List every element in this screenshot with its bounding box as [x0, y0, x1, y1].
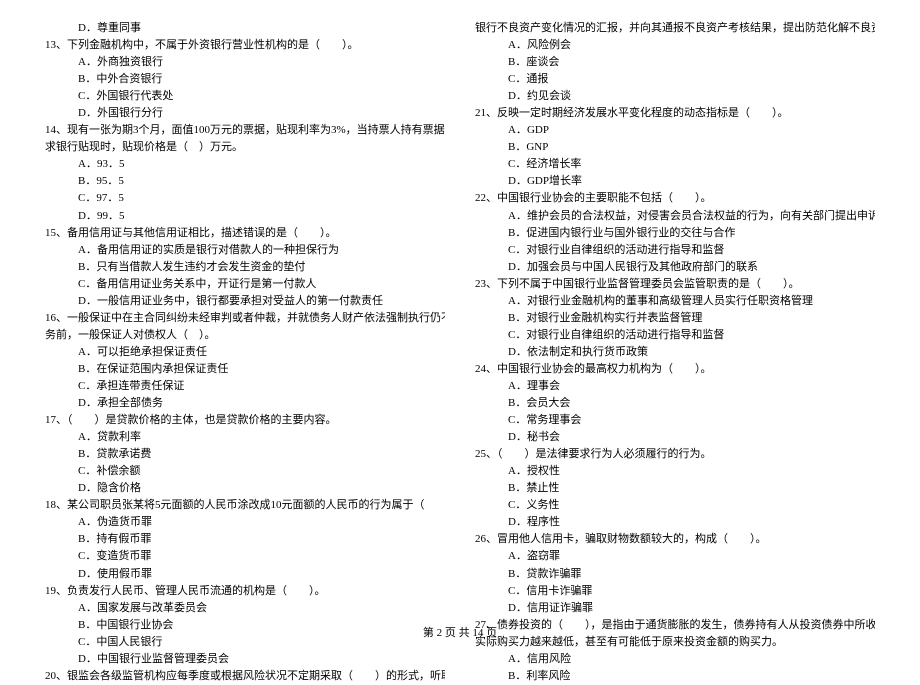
- question-line: 18、某公司职员张某将5元面额的人民币涂改成10元面额的人民币的行为属于（ ）。: [45, 497, 445, 514]
- option-line: B．禁止性: [475, 480, 875, 497]
- option-line: A．授权性: [475, 463, 875, 480]
- wrap-line: 务前，一般保证人对债权人（ ）。: [45, 327, 445, 344]
- option-line: A．伪造货币罪: [45, 514, 445, 531]
- option-line: C．承担连带责任保证: [45, 378, 445, 395]
- option-line: A．备用信用证的实质是银行对借款人的一种担保行为: [45, 242, 445, 259]
- option-line: A．信用风险: [475, 651, 875, 668]
- question-line: 15、备用信用证与其他信用证相比，描述错误的是（ ）。: [45, 225, 445, 242]
- option-line: C．对银行业自律组织的活动进行指导和监督: [475, 327, 875, 344]
- option-line: D．隐含价格: [45, 480, 445, 497]
- option-line: C．备用信用证业务关系中，开证行是第一付款人: [45, 276, 445, 293]
- option-line: B．只有当借款人发生违约才会发生资金的垫付: [45, 259, 445, 276]
- option-line: A．维护会员的合法权益，对侵害会员合法权益的行为，向有关部门提出申诉或要求: [475, 208, 875, 225]
- option-line: D．GDP增长率: [475, 173, 875, 190]
- question-line: 21、反映一定时期经济发展水平变化程度的动态指标是（ ）。: [475, 105, 875, 122]
- option-line: D．一般信用证业务中，银行都要承担对受益人的第一付款责任: [45, 293, 445, 310]
- option-line: B．贷款承诺费: [45, 446, 445, 463]
- wrap-line: 银行不良资产变化情况的汇报，并向其通报不良资产考核结果，提出防范化解不良资产的意…: [475, 20, 875, 37]
- question-line: 26、冒用他人信用卡，骗取财物数额较大的，构成（ ）。: [475, 531, 875, 548]
- option-line: A．盗窃罪: [475, 548, 875, 565]
- option-line: D．承担全部债务: [45, 395, 445, 412]
- option-line: B．95．5: [45, 173, 445, 190]
- option-line: A．理事会: [475, 378, 875, 395]
- option-line: D．99．5: [45, 208, 445, 225]
- option-line: D．中国银行业监督管理委员会: [45, 651, 445, 668]
- option-line: C．97．5: [45, 190, 445, 207]
- option-line: B．对银行业金融机构实行并表监督管理: [475, 310, 875, 327]
- option-line: C．常务理事会: [475, 412, 875, 429]
- option-line: B．座谈会: [475, 54, 875, 71]
- option-line: A．对银行业金融机构的董事和高级管理人员实行任职资格管理: [475, 293, 875, 310]
- option-line: B．中外合资银行: [45, 71, 445, 88]
- option-line: A．93．5: [45, 156, 445, 173]
- left-column: D．尊重同事13、下列金融机构中，不属于外资银行营业性机构的是（ ）。A．外商独…: [45, 20, 445, 685]
- option-line: A．风险例会: [475, 37, 875, 54]
- option-line: D．约见会谈: [475, 88, 875, 105]
- option-line: A．国家发展与改革委员会: [45, 600, 445, 617]
- option-line: B．持有假币罪: [45, 531, 445, 548]
- option-line: C．变造货币罪: [45, 548, 445, 565]
- option-line: D．外国银行分行: [45, 105, 445, 122]
- question-line: 17、（ ）是贷款价格的主体，也是贷款价格的主要内容。: [45, 412, 445, 429]
- option-line: D．使用假币罪: [45, 566, 445, 583]
- question-line: 23、下列不属于中国银行业监督管理委员会监管职责的是（ ）。: [475, 276, 875, 293]
- option-line: A．GDP: [475, 122, 875, 139]
- option-line: D．信用证诈骗罪: [475, 600, 875, 617]
- option-line: D．程序性: [475, 514, 875, 531]
- option-line: D．秘书会: [475, 429, 875, 446]
- option-line: A．外商独资银行: [45, 54, 445, 71]
- option-line: B．贷款诈骗罪: [475, 566, 875, 583]
- option-line: C．通报: [475, 71, 875, 88]
- question-line: 19、负责发行人民币、管理人民币流通的机构是（ ）。: [45, 583, 445, 600]
- option-line: B．会员大会: [475, 395, 875, 412]
- question-line: 20、银监会各级监管机构应每季度或根据风险状况不定期采取（ ）的形式，听取辖内商…: [45, 668, 445, 685]
- question-line: 14、现有一张为期3个月，面值100万元的票据，贴现利率为3%，当持票人持有票据…: [45, 122, 445, 139]
- option-line: C．义务性: [475, 497, 875, 514]
- option-line: D．尊重同事: [45, 20, 445, 37]
- question-line: 22、中国银行业协会的主要职能不包括（ ）。: [475, 190, 875, 207]
- option-line: C．信用卡诈骗罪: [475, 583, 875, 600]
- page-columns: D．尊重同事13、下列金融机构中，不属于外资银行营业性机构的是（ ）。A．外商独…: [45, 20, 875, 685]
- question-line: 25、（ ）是法律要求行为人必须履行的行为。: [475, 446, 875, 463]
- wrap-line: 求银行贴现时，贴现价格是（ ）万元。: [45, 139, 445, 156]
- option-line: D．依法制定和执行货币政策: [475, 344, 875, 361]
- option-line: C．经济增长率: [475, 156, 875, 173]
- question-line: 16、一般保证中在主合同纠纷未经审判或者仲裁，并就债务人财产依法强制执行仍不能履…: [45, 310, 445, 327]
- option-line: C．外国银行代表处: [45, 88, 445, 105]
- page-footer: 第 2 页 共 14 页: [0, 625, 920, 642]
- question-line: 13、下列金融机构中，不属于外资银行营业性机构的是（ ）。: [45, 37, 445, 54]
- option-line: B．在保证范围内承担保证责任: [45, 361, 445, 378]
- option-line: B．GNP: [475, 139, 875, 156]
- option-line: C．补偿余额: [45, 463, 445, 480]
- option-line: A．贷款利率: [45, 429, 445, 446]
- option-line: A．可以拒绝承担保证责任: [45, 344, 445, 361]
- right-column: 银行不良资产变化情况的汇报，并向其通报不良资产考核结果，提出防范化解不良资产的意…: [475, 20, 875, 685]
- option-line: B．促进国内银行业与国外银行业的交往与合作: [475, 225, 875, 242]
- question-line: 24、中国银行业协会的最高权力机构为（ ）。: [475, 361, 875, 378]
- option-line: C．对银行业自律组织的活动进行指导和监督: [475, 242, 875, 259]
- option-line: D．加强会员与中国人民银行及其他政府部门的联系: [475, 259, 875, 276]
- option-line: B．利率风险: [475, 668, 875, 685]
